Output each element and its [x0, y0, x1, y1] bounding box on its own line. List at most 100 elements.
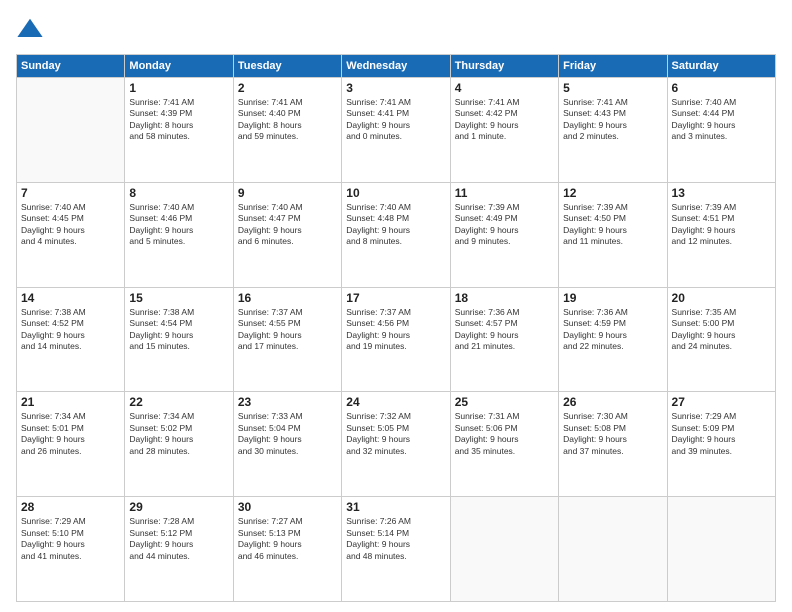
calendar-cell: 20 Sunrise: 7:35 AMSunset: 5:00 PMDayligh…	[667, 287, 775, 392]
day-info: Sunrise: 7:30 AMSunset: 5:08 PMDaylight:…	[563, 411, 662, 457]
day-info: Sunrise: 7:31 AMSunset: 5:06 PMDaylight:…	[455, 411, 554, 457]
day-info: Sunrise: 7:33 AMSunset: 5:04 PMDaylight:…	[238, 411, 337, 457]
week-row-4: 21 Sunrise: 7:34 AMSunset: 5:01 PMDayligh…	[17, 392, 776, 497]
day-number: 18	[455, 291, 554, 305]
day-info: Sunrise: 7:41 AMSunset: 4:42 PMDaylight:…	[455, 97, 554, 143]
calendar-cell: 7 Sunrise: 7:40 AMSunset: 4:45 PMDaylight…	[17, 182, 125, 287]
day-number: 9	[238, 186, 337, 200]
day-header-saturday: Saturday	[667, 55, 775, 78]
day-number: 23	[238, 395, 337, 409]
day-number: 12	[563, 186, 662, 200]
day-info: Sunrise: 7:37 AMSunset: 4:55 PMDaylight:…	[238, 307, 337, 353]
day-info: Sunrise: 7:28 AMSunset: 5:12 PMDaylight:…	[129, 516, 228, 562]
calendar-cell: 8Sunrise: 7:40 AMSunset: 4:46 PMDaylight…	[125, 182, 233, 287]
calendar-cell: 18 Sunrise: 7:36 AMSunset: 4:57 PMDayligh…	[450, 287, 558, 392]
day-info: Sunrise: 7:29 AMSunset: 5:10 PMDaylight:…	[21, 516, 120, 562]
day-info: Sunrise: 7:41 AMSunset: 4:43 PMDaylight:…	[563, 97, 662, 143]
day-info: Sunrise: 7:36 AMSunset: 4:57 PMDaylight:…	[455, 307, 554, 353]
calendar-cell: 5 Sunrise: 7:41 AMSunset: 4:43 PMDaylight…	[559, 78, 667, 183]
day-number: 24	[346, 395, 445, 409]
day-number: 3	[346, 81, 445, 95]
day-number: 13	[672, 186, 771, 200]
day-number: 7	[21, 186, 120, 200]
calendar-cell: 1 Sunrise: 7:41 AMSunset: 4:39 PMDaylight…	[125, 78, 233, 183]
day-info: Sunrise: 7:40 AMSunset: 4:46 PMDaylight:…	[129, 202, 228, 248]
day-number: 2	[238, 81, 337, 95]
calendar-cell: 2 Sunrise: 7:41 AMSunset: 4:40 PMDaylight…	[233, 78, 341, 183]
calendar-cell	[450, 497, 558, 602]
calendar-cell: 19 Sunrise: 7:36 AMSunset: 4:59 PMDayligh…	[559, 287, 667, 392]
day-info: Sunrise: 7:40 AMSunset: 4:48 PMDaylight:…	[346, 202, 445, 248]
day-number: 17	[346, 291, 445, 305]
week-row-1: 1 Sunrise: 7:41 AMSunset: 4:39 PMDaylight…	[17, 78, 776, 183]
calendar-cell: 14 Sunrise: 7:38 AMSunset: 4:52 PMDayligh…	[17, 287, 125, 392]
calendar-cell: 9 Sunrise: 7:40 AMSunset: 4:47 PMDaylight…	[233, 182, 341, 287]
day-header-monday: Monday	[125, 55, 233, 78]
calendar-cell: 3 Sunrise: 7:41 AMSunset: 4:41 PMDaylight…	[342, 78, 450, 183]
day-info: Sunrise: 7:39 AMSunset: 4:51 PMDaylight:…	[672, 202, 771, 248]
day-header-wednesday: Wednesday	[342, 55, 450, 78]
calendar: SundayMondayTuesdayWednesdayThursdayFrid…	[16, 54, 776, 602]
logo	[16, 16, 48, 44]
calendar-cell: 22Sunrise: 7:34 AMSunset: 5:02 PMDayligh…	[125, 392, 233, 497]
day-info: Sunrise: 7:38 AMSunset: 4:52 PMDaylight:…	[21, 307, 120, 353]
day-info: Sunrise: 7:41 AMSunset: 4:39 PMDaylight:…	[129, 97, 228, 143]
day-number: 25	[455, 395, 554, 409]
day-number: 29	[129, 500, 228, 514]
day-number: 5	[563, 81, 662, 95]
day-info: Sunrise: 7:38 AMSunset: 4:54 PMDaylight:…	[129, 307, 228, 353]
calendar-cell: 10 Sunrise: 7:40 AMSunset: 4:48 PMDayligh…	[342, 182, 450, 287]
week-row-5: 28Sunrise: 7:29 AMSunset: 5:10 PMDayligh…	[17, 497, 776, 602]
day-info: Sunrise: 7:32 AMSunset: 5:05 PMDaylight:…	[346, 411, 445, 457]
day-info: Sunrise: 7:36 AMSunset: 4:59 PMDaylight:…	[563, 307, 662, 353]
calendar-cell: 24 Sunrise: 7:32 AMSunset: 5:05 PMDayligh…	[342, 392, 450, 497]
day-number: 4	[455, 81, 554, 95]
week-row-3: 14 Sunrise: 7:38 AMSunset: 4:52 PMDayligh…	[17, 287, 776, 392]
day-info: Sunrise: 7:40 AMSunset: 4:45 PMDaylight:…	[21, 202, 120, 248]
days-header-row: SundayMondayTuesdayWednesdayThursdayFrid…	[17, 55, 776, 78]
day-header-thursday: Thursday	[450, 55, 558, 78]
day-number: 30	[238, 500, 337, 514]
day-number: 15	[129, 291, 228, 305]
calendar-cell	[559, 497, 667, 602]
calendar-cell	[17, 78, 125, 183]
day-number: 21	[21, 395, 120, 409]
page: SundayMondayTuesdayWednesdayThursdayFrid…	[0, 0, 792, 612]
day-number: 10	[346, 186, 445, 200]
day-number: 22	[129, 395, 228, 409]
calendar-cell: 16Sunrise: 7:37 AMSunset: 4:55 PMDayligh…	[233, 287, 341, 392]
day-number: 26	[563, 395, 662, 409]
day-info: Sunrise: 7:41 AMSunset: 4:41 PMDaylight:…	[346, 97, 445, 143]
day-info: Sunrise: 7:40 AMSunset: 4:47 PMDaylight:…	[238, 202, 337, 248]
day-info: Sunrise: 7:41 AMSunset: 4:40 PMDaylight:…	[238, 97, 337, 143]
day-number: 14	[21, 291, 120, 305]
calendar-cell: 11Sunrise: 7:39 AMSunset: 4:49 PMDayligh…	[450, 182, 558, 287]
day-number: 6	[672, 81, 771, 95]
day-number: 31	[346, 500, 445, 514]
calendar-cell: 13 Sunrise: 7:39 AMSunset: 4:51 PMDayligh…	[667, 182, 775, 287]
day-info: Sunrise: 7:27 AMSunset: 5:13 PMDaylight:…	[238, 516, 337, 562]
day-info: Sunrise: 7:35 AMSunset: 5:00 PMDaylight:…	[672, 307, 771, 353]
calendar-cell: 12 Sunrise: 7:39 AMSunset: 4:50 PMDayligh…	[559, 182, 667, 287]
day-header-sunday: Sunday	[17, 55, 125, 78]
calendar-cell: 27Sunrise: 7:29 AMSunset: 5:09 PMDayligh…	[667, 392, 775, 497]
day-info: Sunrise: 7:34 AMSunset: 5:01 PMDaylight:…	[21, 411, 120, 457]
calendar-cell: 26 Sunrise: 7:30 AMSunset: 5:08 PMDayligh…	[559, 392, 667, 497]
day-number: 20	[672, 291, 771, 305]
calendar-cell: 4 Sunrise: 7:41 AMSunset: 4:42 PMDaylight…	[450, 78, 558, 183]
calendar-cell: 15 Sunrise: 7:38 AMSunset: 4:54 PMDayligh…	[125, 287, 233, 392]
calendar-cell	[667, 497, 775, 602]
day-info: Sunrise: 7:37 AMSunset: 4:56 PMDaylight:…	[346, 307, 445, 353]
day-header-tuesday: Tuesday	[233, 55, 341, 78]
day-number: 19	[563, 291, 662, 305]
day-info: Sunrise: 7:26 AMSunset: 5:14 PMDaylight:…	[346, 516, 445, 562]
day-info: Sunrise: 7:39 AMSunset: 4:50 PMDaylight:…	[563, 202, 662, 248]
day-info: Sunrise: 7:39 AMSunset: 4:49 PMDaylight:…	[455, 202, 554, 248]
calendar-cell: 6Sunrise: 7:40 AMSunset: 4:44 PMDaylight…	[667, 78, 775, 183]
day-header-friday: Friday	[559, 55, 667, 78]
day-number: 1	[129, 81, 228, 95]
calendar-cell: 23 Sunrise: 7:33 AMSunset: 5:04 PMDayligh…	[233, 392, 341, 497]
calendar-cell: 29 Sunrise: 7:28 AMSunset: 5:12 PMDayligh…	[125, 497, 233, 602]
header	[16, 16, 776, 44]
calendar-cell: 30 Sunrise: 7:27 AMSunset: 5:13 PMDayligh…	[233, 497, 341, 602]
